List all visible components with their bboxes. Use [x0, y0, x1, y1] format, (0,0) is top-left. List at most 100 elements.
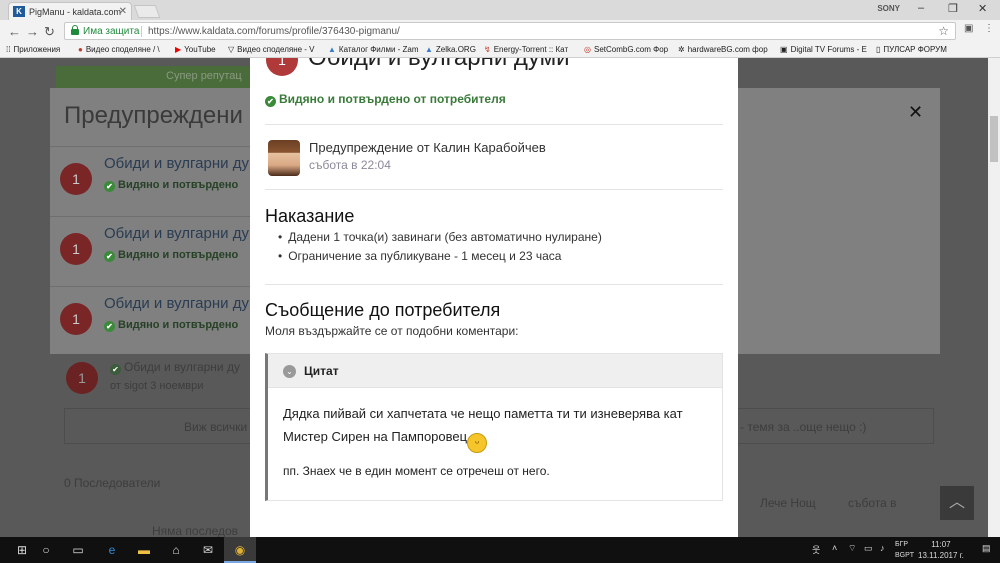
check-icon: ✔: [104, 251, 115, 262]
chevron-up-icon: ︿: [948, 494, 965, 511]
divider: [265, 284, 723, 285]
bookmark-item[interactable]: ▯ ПУЛСАР ФОРУМ: [876, 45, 947, 54]
bookmark-item[interactable]: ◎ SetCombG.com Фор: [584, 45, 668, 54]
video-icon: ●: [78, 45, 83, 54]
tab-close-icon[interactable]: ✕: [119, 6, 127, 17]
lock-icon: [71, 25, 79, 36]
warning-title[interactable]: Обиди и вулгарни ду: [104, 295, 249, 312]
background-heading: Предупреждени: [64, 102, 243, 129]
page-scrollbar[interactable]: [988, 58, 1000, 537]
scrollbar-thumb[interactable]: [990, 116, 998, 162]
digitaltv-icon: ▣: [780, 45, 788, 54]
browser-tab-bar: K PigManu - kaldata.com ✕ SONY – ❐ ✕: [0, 0, 1000, 20]
background-warning-title[interactable]: ✔ Обиди и вулгарни ду: [110, 360, 240, 375]
bookmark-item[interactable]: ⁞⁞ Приложения: [6, 45, 60, 54]
taskbar: ⊞ ○ ▭ e ▬ ⌂ ✉ ◉ 웃 ˄ ⌔ ▭ ♪ БГР BGPT 11:07…: [0, 537, 1000, 563]
apps-icon: ⁞⁞: [6, 45, 11, 54]
user-profile-label[interactable]: SONY: [877, 4, 900, 13]
store-icon[interactable]: ⌂: [160, 537, 192, 563]
reload-icon[interactable]: ↻: [44, 24, 55, 40]
volume-icon[interactable]: ♪: [880, 543, 885, 553]
warning-status: ✔ Видяно и потвърдено: [104, 179, 238, 192]
punishment-list: Дадени 1 точка(и) завинаги (без автомати…: [278, 230, 602, 268]
forward-icon[interactable]: →: [26, 24, 39, 39]
security-label[interactable]: Има защита: [83, 26, 139, 37]
bookmark-item[interactable]: ↯ Energy-Torrent :: Кат: [484, 45, 568, 54]
last-visitor-name[interactable]: Лече Нощ: [760, 496, 816, 510]
list-item: Ограничение за публикуване - 1 месец и 2…: [278, 249, 602, 263]
address-bar: ← → ↻ Има защита https://www.kaldata.com…: [0, 20, 1000, 42]
minimize-icon[interactable]: –: [918, 2, 924, 14]
background-warning-meta: от sigot 3 ноември: [110, 380, 204, 392]
followers-count: 0 Последователи: [64, 476, 161, 490]
view-all-link[interactable]: Виж всички: [184, 420, 247, 434]
scroll-to-top-button[interactable]: ︿: [940, 486, 974, 520]
energy-icon: ↯: [484, 45, 491, 54]
check-icon: ✔: [110, 364, 121, 375]
warning-author[interactable]: Предупреждение от Калин Карабойчев: [309, 140, 546, 155]
system-clock[interactable]: 11:07 13.11.2017 г.: [918, 539, 964, 561]
warning-status: ✔ Видяно и потвърдено: [104, 249, 238, 262]
v-icon: ▽: [228, 45, 235, 54]
setcombg-icon: ◎: [584, 45, 591, 54]
divider: [265, 189, 723, 190]
people-icon[interactable]: 웃: [812, 543, 820, 556]
url-field[interactable]: Има защита https://www.kaldata.com/forum…: [64, 22, 956, 40]
close-icon[interactable]: ✕: [908, 102, 923, 123]
browser-tab[interactable]: K PigManu - kaldata.com ✕: [8, 2, 132, 20]
warning-title[interactable]: Обиди и вулгарни ду: [104, 225, 249, 242]
new-tab-button[interactable]: [133, 5, 161, 18]
back-icon[interactable]: ←: [8, 24, 21, 39]
task-view-icon[interactable]: ▭: [62, 537, 94, 563]
network-icon[interactable]: ⌔: [848, 543, 856, 554]
warning-details-modal: 1 Обиди и вулгарни думи ✔Видяно и потвър…: [250, 58, 738, 537]
close-window-icon[interactable]: ✕: [978, 2, 987, 15]
language-indicator[interactable]: БГР BGPT: [895, 539, 914, 561]
message-heading: Съобщение до потребителя: [265, 300, 501, 320]
warning-points: 1: [66, 362, 98, 394]
list-item[interactable]: 1 Обиди и вулгарни ду ✔ Видяно и потвърде…: [50, 216, 250, 286]
bookmark-item[interactable]: ▲ Каталог Филми - Zam: [328, 45, 419, 54]
list-item[interactable]: 1 Обиди и вулгарни ду ✔ Видяно и потвърде…: [50, 146, 250, 216]
search-icon[interactable]: ○: [30, 537, 62, 563]
seen-status: ✔ Видяно и потвърдено от потребителя: [265, 92, 506, 107]
bookmark-item[interactable]: ● Видео споделяне / \: [78, 45, 160, 54]
check-icon: ✔: [104, 181, 115, 192]
warning-points: 1: [60, 163, 92, 195]
tray-chevron-icon[interactable]: ˄: [832, 543, 837, 553]
bookmark-item[interactable]: ▣ Digital TV Forums - E: [780, 45, 867, 54]
quote-header[interactable]: ⌄ Цитат: [268, 354, 722, 388]
chevron-down-icon[interactable]: ⌄: [283, 365, 296, 378]
topic-hint[interactable]: - темя за ..още нещо :): [740, 420, 866, 434]
list-item[interactable]: 1 Обиди и вулгарни ду ✔ Видяно и потвърде…: [50, 286, 250, 356]
warning-points: 1: [60, 303, 92, 335]
edge-icon[interactable]: e: [96, 537, 128, 563]
url-text[interactable]: https://www.kaldata.com/forums/profile/3…: [141, 26, 400, 37]
reputation-badge: Супер репутац: [56, 66, 252, 88]
menu-icon[interactable]: ⋮: [984, 23, 996, 35]
quote-postscript: пп. Знаех че в един момент се отречеш от…: [283, 464, 550, 478]
warning-title[interactable]: Обиди и вулгарни ду: [104, 155, 249, 172]
list-item: Дадени 1 точка(и) завинаги (без автомати…: [278, 230, 602, 244]
extension-icon[interactable]: ▣: [964, 23, 976, 35]
bookmark-star-icon[interactable]: ☆: [938, 24, 949, 38]
tab-title: PigManu - kaldata.com: [29, 7, 122, 17]
bookmark-item[interactable]: ✲ hardwareBG.com фор: [678, 45, 768, 54]
hardwarebg-icon: ✲: [678, 45, 685, 54]
bookmark-item[interactable]: ▲ Zelka.ORG: [425, 45, 476, 54]
divider: [265, 124, 723, 125]
display-icon[interactable]: ▭: [864, 543, 873, 554]
warning-points: 1: [60, 233, 92, 265]
avatar[interactable]: [268, 140, 300, 176]
message-text: Моля въздържайте се от подобни коментари…: [265, 324, 519, 338]
file-explorer-icon[interactable]: ▬: [128, 537, 160, 563]
notification-icon[interactable]: ▤: [982, 543, 991, 554]
zamunda-icon: ▲: [328, 45, 336, 54]
bookmark-item[interactable]: ▶ YouTube: [175, 45, 216, 54]
bookmark-item[interactable]: ▽ Видео споделяне - V: [228, 45, 315, 54]
last-visitor-time: събота в: [848, 496, 897, 510]
maximize-icon[interactable]: ❐: [948, 2, 958, 15]
chrome-icon[interactable]: ◉: [224, 537, 256, 563]
quote-label: Цитат: [304, 364, 339, 378]
mail-icon[interactable]: ✉: [192, 537, 224, 563]
